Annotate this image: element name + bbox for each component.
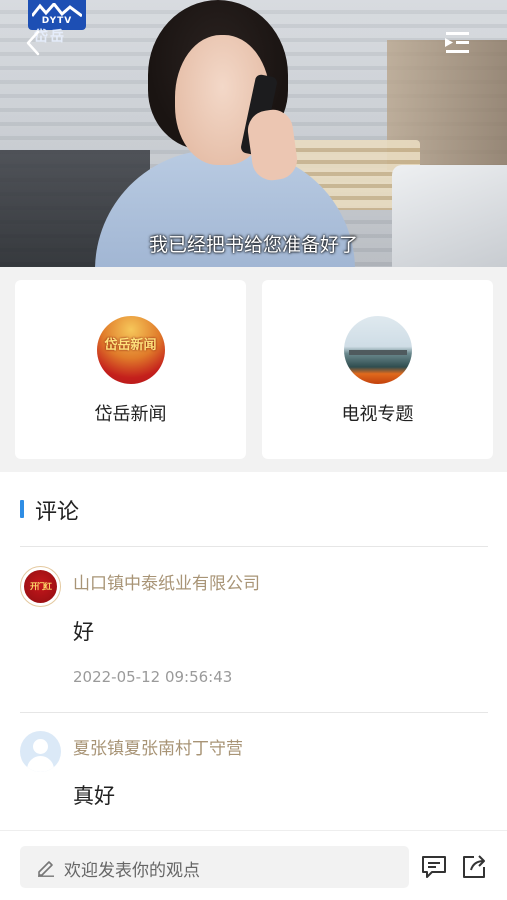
- avatar[interactable]: 开门红: [20, 566, 61, 607]
- comment-author[interactable]: 山口镇中泰纸业有限公司: [73, 569, 260, 594]
- page: DYTV 岱岳 我已经把书给您准备好了 岱岳新闻 岱岳新闻 电视专题 评论 开门…: [0, 0, 507, 900]
- comment-text: 真好: [73, 784, 115, 808]
- comments-section: 评论 开门红 山口镇中泰纸业有限公司 好 2022-05-12 09:56:43…: [0, 472, 507, 830]
- news-thumbnail: 岱岳新闻: [96, 316, 165, 384]
- avatar-badge-image: 开门红: [24, 570, 57, 603]
- avatar[interactable]: [20, 731, 61, 772]
- category-card-news[interactable]: 岱岳新闻 岱岳新闻: [15, 280, 246, 459]
- comment-text: 好: [73, 620, 94, 644]
- playlist-icon[interactable]: [443, 30, 471, 56]
- comment-icon[interactable]: [420, 853, 448, 881]
- bridge-image: [348, 350, 407, 355]
- category-label-news: 岱岳新闻: [94, 404, 167, 425]
- default-avatar-body: [27, 756, 54, 772]
- comment-input-placeholder: 欢迎发表你的观点: [64, 861, 200, 881]
- comment-time: 2022-05-12 09:56:43: [73, 668, 233, 686]
- category-card-tv-special[interactable]: 电视专题: [262, 280, 493, 459]
- default-avatar-icon: [33, 739, 48, 754]
- video-subtitle: 我已经把书给您准备好了: [148, 234, 358, 256]
- video-player[interactable]: DYTV 岱岳 我已经把书给您准备好了: [0, 0, 507, 267]
- logo-text: DYTV: [41, 16, 73, 26]
- comments-accent-bar: [20, 500, 24, 518]
- tv-special-thumbnail: [343, 316, 412, 384]
- divider: [20, 712, 488, 713]
- comment-author[interactable]: 夏张镇夏张南村丁守营: [73, 734, 243, 759]
- avatar-badge-text: 开门红: [30, 582, 52, 591]
- pencil-icon: [38, 861, 54, 877]
- category-cards: 岱岳新闻 岱岳新闻 电视专题: [0, 267, 507, 472]
- category-label-tv-special: 电视专题: [341, 404, 414, 425]
- logo-mountain-icon: [32, 3, 82, 17]
- news-thumbnail-text: 岱岳新闻: [104, 338, 157, 353]
- share-icon[interactable]: [460, 853, 488, 881]
- comment-input[interactable]: 欢迎发表你的观点: [20, 846, 409, 888]
- divider: [20, 546, 488, 547]
- bottom-bar: 欢迎发表你的观点: [0, 830, 507, 900]
- comments-title: 评论: [35, 500, 80, 525]
- back-icon[interactable]: [22, 28, 44, 58]
